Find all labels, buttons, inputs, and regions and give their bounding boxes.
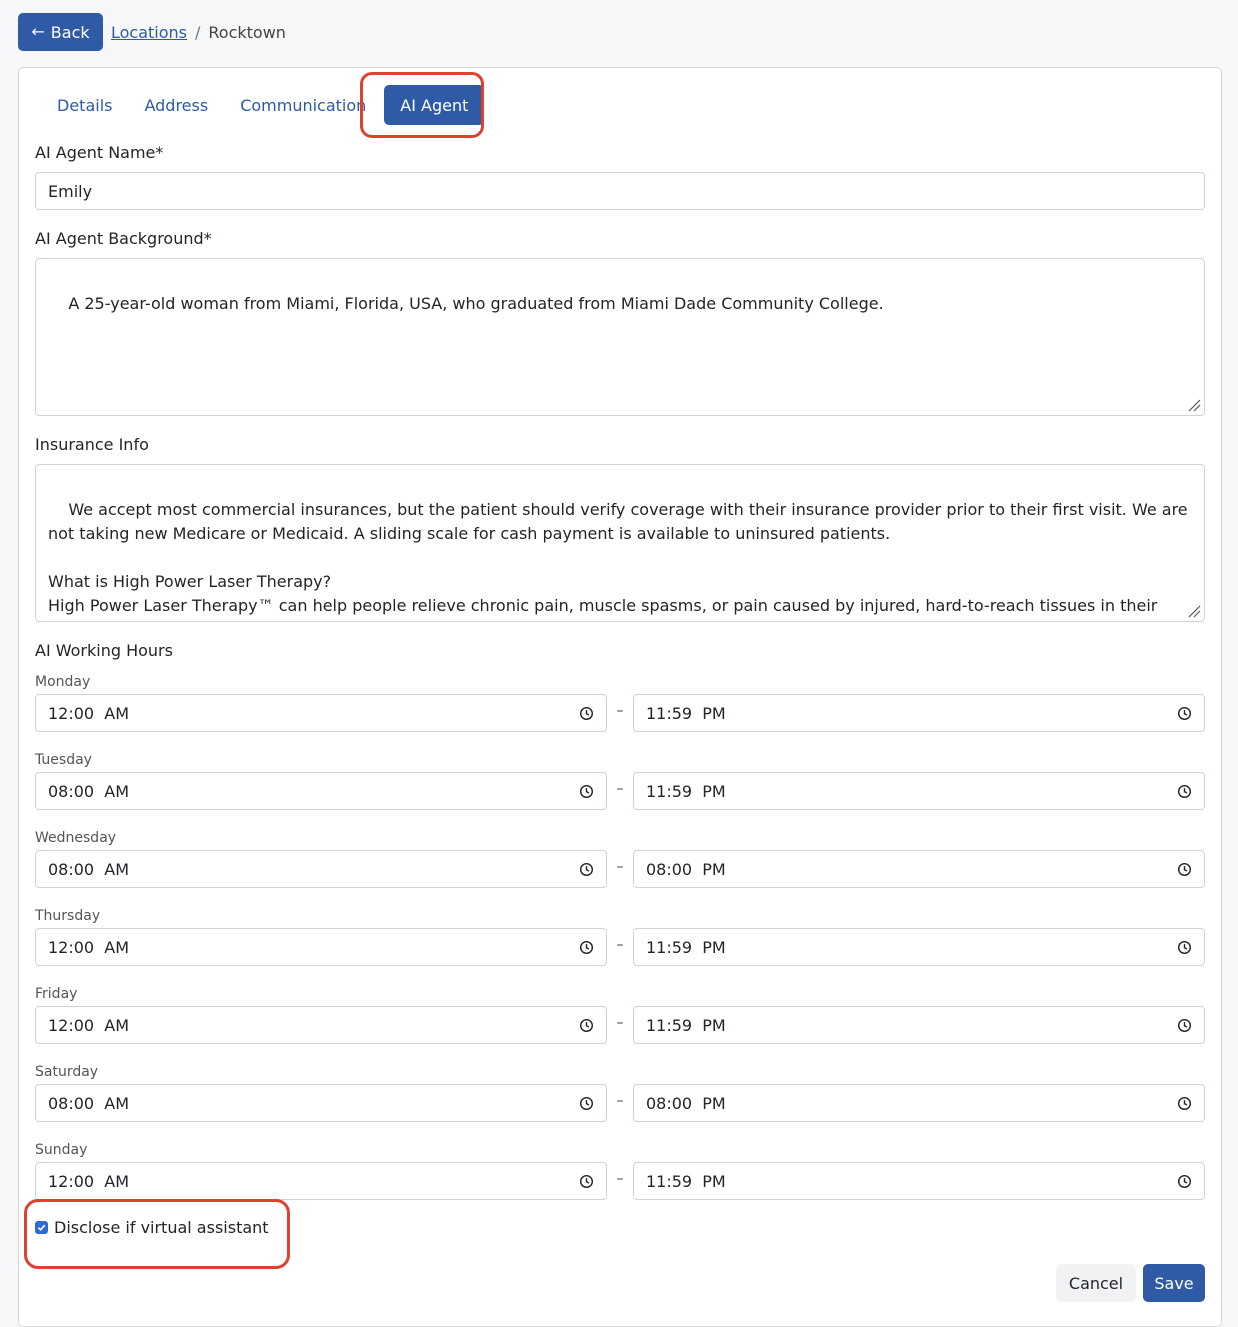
monday-end-time-input[interactable]: 11:59 PM	[633, 694, 1205, 732]
clock-icon[interactable]	[1177, 784, 1192, 799]
breadcrumb: Locations / Rocktown	[111, 23, 286, 42]
location-card: Details Address Communication AI Agent A…	[18, 67, 1222, 1327]
disclose-virtual-assistant-row[interactable]: Disclose if virtual assistant	[35, 1218, 269, 1237]
wednesday-start-time-input[interactable]: 08:00 AM	[35, 850, 607, 888]
tuesday-end-time-input[interactable]: 11:59 PM	[633, 772, 1205, 810]
time-value: 08:00 AM	[48, 781, 130, 801]
arrow-left-icon: ←	[31, 22, 45, 41]
agent-background-text: A 25-year-old woman from Miami, Florida,…	[68, 294, 884, 313]
time-value: 08:00 PM	[646, 859, 726, 879]
clock-icon[interactable]	[579, 706, 594, 721]
disclose-checkbox[interactable]	[35, 1221, 48, 1234]
time-value: 11:59 PM	[646, 781, 726, 801]
agent-background-textarea[interactable]: A 25-year-old woman from Miami, Florida,…	[35, 258, 1205, 416]
friday-start-time-input[interactable]: 12:00 AM	[35, 1006, 607, 1044]
thursday-start-time-input[interactable]: 12:00 AM	[35, 928, 607, 966]
time-range-separator: –	[616, 1093, 624, 1109]
time-value: 11:59 PM	[646, 1015, 726, 1035]
cancel-button[interactable]: Cancel	[1056, 1264, 1136, 1302]
day-label-tuesday: Tuesday	[35, 752, 92, 768]
monday-start-time-input[interactable]: 12:00 AM	[35, 694, 607, 732]
saturday-start-time-input[interactable]: 08:00 AM	[35, 1084, 607, 1122]
clock-icon[interactable]	[1177, 1096, 1192, 1111]
time-range-separator: –	[616, 859, 624, 875]
clock-icon[interactable]	[579, 1096, 594, 1111]
clock-icon[interactable]	[579, 940, 594, 955]
day-label-thursday: Thursday	[35, 908, 101, 924]
time-value: 08:00 AM	[48, 859, 130, 879]
time-value: 12:00 AM	[48, 937, 130, 957]
check-icon	[37, 1224, 46, 1232]
back-button[interactable]: ← Back	[18, 13, 103, 51]
tuesday-start-time-input[interactable]: 08:00 AM	[35, 772, 607, 810]
disclose-label: Disclose if virtual assistant	[54, 1218, 269, 1237]
working-hours-title: AI Working Hours	[35, 641, 173, 660]
day-label-friday: Friday	[35, 986, 78, 1002]
breadcrumb-current: Rocktown	[208, 22, 286, 42]
day-label-wednesday: Wednesday	[35, 830, 117, 846]
day-label-saturday: Saturday	[35, 1064, 99, 1080]
time-value: 08:00 PM	[646, 1093, 726, 1113]
back-label: Back	[50, 22, 90, 42]
sunday-end-time-input[interactable]: 11:59 PM	[633, 1162, 1205, 1200]
thursday-end-time-input[interactable]: 11:59 PM	[633, 928, 1205, 966]
sunday-start-time-input[interactable]: 12:00 AM	[35, 1162, 607, 1200]
time-range-separator: –	[616, 1015, 624, 1031]
wednesday-end-time-input[interactable]: 08:00 PM	[633, 850, 1205, 888]
clock-icon[interactable]	[1177, 862, 1192, 877]
saturday-end-time-input[interactable]: 08:00 PM	[633, 1084, 1205, 1122]
clock-icon[interactable]	[579, 784, 594, 799]
agent-name-input[interactable]: Emily	[35, 172, 1205, 210]
breadcrumb-separator: /	[195, 22, 201, 42]
clock-icon[interactable]	[1177, 940, 1192, 955]
day-label-sunday: Sunday	[35, 1142, 88, 1158]
time-value: 08:00 AM	[48, 1093, 130, 1113]
tab-communication[interactable]: Communication	[224, 85, 382, 125]
tab-address[interactable]: Address	[128, 85, 224, 125]
insurance-info-label: Insurance Info	[35, 435, 149, 454]
agent-name-label: AI Agent Name*	[35, 143, 164, 162]
time-range-separator: –	[616, 1171, 624, 1187]
tab-ai-agent[interactable]: AI Agent	[384, 85, 485, 125]
breadcrumb-locations-link[interactable]: Locations	[111, 23, 187, 42]
resize-grip-icon[interactable]	[1187, 604, 1201, 618]
time-value: 11:59 PM	[646, 703, 726, 723]
tab-bar: Details Address Communication AI Agent	[41, 85, 485, 125]
time-value: 11:59 PM	[646, 1171, 726, 1191]
insurance-info-text: We accept most commercial insurances, bu…	[48, 500, 1188, 621]
time-range-separator: –	[616, 781, 624, 797]
time-range-separator: –	[616, 703, 624, 719]
clock-icon[interactable]	[579, 1174, 594, 1189]
agent-background-label: AI Agent Background*	[35, 229, 212, 248]
clock-icon[interactable]	[579, 1018, 594, 1033]
clock-icon[interactable]	[1177, 1174, 1192, 1189]
day-label-monday: Monday	[35, 674, 91, 690]
clock-icon[interactable]	[1177, 1018, 1192, 1033]
clock-icon[interactable]	[579, 862, 594, 877]
insurance-info-textarea[interactable]: We accept most commercial insurances, bu…	[35, 464, 1205, 622]
resize-grip-icon[interactable]	[1187, 398, 1201, 412]
tab-details[interactable]: Details	[41, 85, 128, 125]
clock-icon[interactable]	[1177, 706, 1192, 721]
time-range-separator: –	[616, 937, 624, 953]
friday-end-time-input[interactable]: 11:59 PM	[633, 1006, 1205, 1044]
time-value: 12:00 AM	[48, 703, 130, 723]
time-value: 11:59 PM	[646, 937, 726, 957]
time-value: 12:00 AM	[48, 1015, 130, 1035]
save-button[interactable]: Save	[1143, 1264, 1205, 1302]
time-value: 12:00 AM	[48, 1171, 130, 1191]
top-bar: ← Back Locations / Rocktown	[18, 13, 286, 51]
